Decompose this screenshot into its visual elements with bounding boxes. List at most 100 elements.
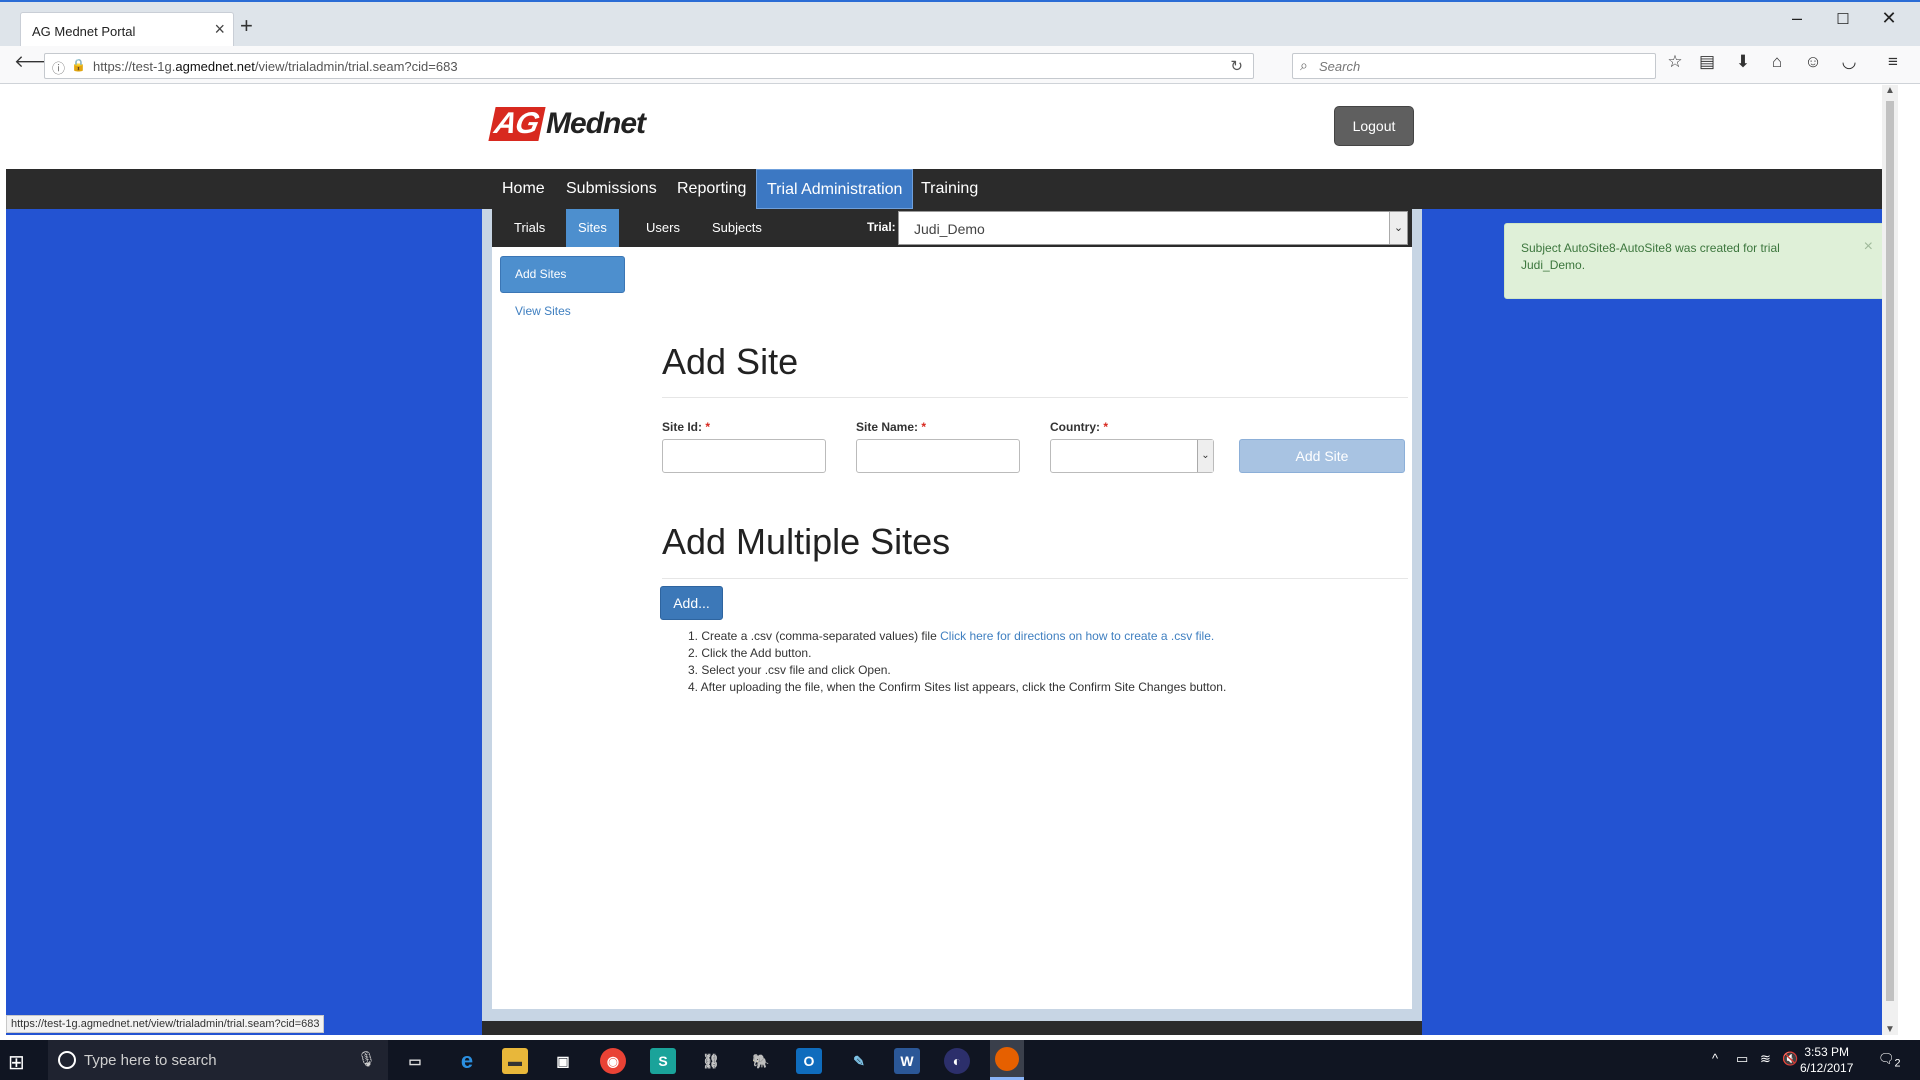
battery-icon[interactable]: ▭ <box>1736 1051 1748 1067</box>
scroll-up-icon[interactable]: ▲ <box>1885 85 1895 96</box>
lock-icon: 🔒 <box>71 58 86 72</box>
panel-footer <box>482 1021 1422 1035</box>
side-add-sites-button[interactable]: Add Sites <box>500 256 625 293</box>
url-text: https://test-1g.agmednet.net/view/triala… <box>93 59 458 74</box>
task-view-icon[interactable]: ▭ <box>402 1048 428 1074</box>
close-tab-icon[interactable]: × <box>214 19 225 40</box>
scroll-thumb[interactable] <box>1886 101 1894 1001</box>
network-app-icon[interactable]: ⛓ <box>698 1048 724 1074</box>
wifi-icon[interactable]: ≋ <box>1760 1051 1771 1067</box>
menu-icon[interactable]: ≡ <box>1880 52 1906 72</box>
taskbar-clock[interactable]: 3:53 PM 6/12/2017 <box>1800 1044 1853 1076</box>
menu-training[interactable]: Training <box>911 169 988 209</box>
logo-ag: AG <box>488 107 546 141</box>
chevron-down-icon: ⌄ <box>1389 212 1407 244</box>
sub-menu: Trials Sites Users Subjects Trial: Judi_… <box>492 209 1412 247</box>
instructions-list: 1. Create a .csv (comma-separated values… <box>688 628 1226 696</box>
clock-time: 3:53 PM <box>1804 1045 1850 1059</box>
site-id-input[interactable] <box>662 439 826 473</box>
notepad-icon[interactable]: ✎ <box>846 1048 872 1074</box>
tray-chevron-icon[interactable]: ^ <box>1712 1051 1718 1066</box>
minimize-icon[interactable]: – <box>1782 8 1812 29</box>
page-scrollbar[interactable]: ▲ ▼ <box>1882 85 1898 1035</box>
taskbar-search-input[interactable]: Type here to search 🎙 <box>48 1040 388 1080</box>
instruction-step-1: 1. Create a .csv (comma-separated values… <box>688 629 1215 643</box>
tab-trials[interactable]: Trials <box>502 209 557 247</box>
pocket-icon[interactable]: ◡ <box>1836 52 1862 72</box>
tab-sites[interactable]: Sites <box>566 209 619 247</box>
success-notification: Subject AutoSite8-AutoSite8 was created … <box>1504 223 1888 299</box>
volume-icon[interactable]: 🔇 <box>1782 1051 1798 1067</box>
status-url: https://test-1g.agmednet.net/view/triala… <box>6 1015 325 1033</box>
chrome-icon[interactable]: ◉ <box>600 1048 626 1074</box>
postgres-icon[interactable]: 🐘 <box>748 1048 774 1074</box>
add-site-button[interactable]: Add Site <box>1239 439 1405 473</box>
chat-icon[interactable]: ☺ <box>1800 52 1826 72</box>
page-viewport: AG Mednet Logout Home Submissions Reporti… <box>6 85 1898 1035</box>
notifications-icon[interactable]: 🗨2 <box>1878 1051 1901 1070</box>
site-name-input[interactable] <box>856 439 1020 473</box>
app-s-icon[interactable]: S <box>650 1048 676 1074</box>
notification-message: Subject AutoSite8-AutoSite8 was created … <box>1521 241 1780 272</box>
logo-mednet: Mednet <box>546 107 646 140</box>
tab-users[interactable]: Users <box>634 209 692 247</box>
instruction-step-3: 3. Select your .csv file and click Open. <box>688 663 891 677</box>
trial-select[interactable]: Judi_Demo ⌄ <box>898 211 1408 245</box>
content-area: Trials Sites Users Subjects Trial: Judi_… <box>492 209 1412 1009</box>
logout-button[interactable]: Logout <box>1334 106 1414 146</box>
file-explorer-icon[interactable]: ▬ <box>502 1048 528 1074</box>
add-file-button[interactable]: Add... <box>660 586 723 620</box>
back-icon[interactable]: 🡐 <box>14 52 60 72</box>
browser-nav-bar: 🡐 ⓘ 🔒 https://test-1g.agmednet.net/view/… <box>0 46 1920 84</box>
reading-list-icon[interactable]: ▤ <box>1694 52 1720 72</box>
site-name-label: Site Name: * <box>856 420 927 434</box>
csv-directions-link[interactable]: Click here for directions on how to crea… <box>940 629 1214 643</box>
eclipse-icon[interactable]: ◐ <box>944 1048 970 1074</box>
menu-reporting[interactable]: Reporting <box>667 169 756 209</box>
add-site-heading: Add Site <box>662 341 799 382</box>
instruction-step-4: 4. After uploading the file, when the Co… <box>688 680 1227 694</box>
browser-tab[interactable]: AG Mednet Portal × <box>20 12 234 48</box>
home-icon[interactable]: ⌂ <box>1764 52 1790 72</box>
cortana-icon <box>58 1051 76 1069</box>
side-view-sites-link[interactable]: View Sites <box>515 304 571 318</box>
windows-start-icon[interactable]: ⊞ <box>8 1050 25 1075</box>
download-icon[interactable]: ⬇ <box>1730 52 1756 72</box>
tab-title: AG Mednet Portal <box>32 24 136 39</box>
close-icon[interactable]: × <box>1864 238 1873 256</box>
tab-subjects[interactable]: Subjects <box>700 209 774 247</box>
menu-home[interactable]: Home <box>492 169 555 209</box>
close-window-icon[interactable]: ✕ <box>1874 8 1904 29</box>
taskbar-search-placeholder: Type here to search <box>84 1052 217 1069</box>
search-placeholder: Search <box>1319 59 1361 74</box>
browser-search-input[interactable]: ⌕ Search <box>1292 53 1656 79</box>
url-bar[interactable]: ⓘ 🔒 https://test-1g.agmednet.net/view/tr… <box>44 53 1254 79</box>
divider <box>662 578 1408 579</box>
search-icon: ⌕ <box>1300 57 1308 73</box>
maximize-icon[interactable]: ☐ <box>1828 10 1858 28</box>
country-label: Country: * <box>1050 420 1109 434</box>
notification-count: 2 <box>1894 1057 1901 1070</box>
word-icon[interactable]: W <box>894 1048 920 1074</box>
firefox-icon <box>995 1047 1019 1071</box>
browser-tab-bar: AG Mednet Portal × + – ☐ ✕ <box>0 0 1920 48</box>
trial-select-value: Judi_Demo <box>914 221 985 237</box>
add-multiple-sites-heading: Add Multiple Sites <box>662 521 951 562</box>
country-select[interactable]: ⌄ <box>1050 439 1214 473</box>
scroll-down-icon[interactable]: ▼ <box>1885 1024 1895 1035</box>
firefox-taskbar-button[interactable] <box>990 1040 1024 1080</box>
edge-icon[interactable]: e <box>454 1048 480 1074</box>
agmednet-logo[interactable]: AG Mednet <box>488 107 646 141</box>
menu-submissions[interactable]: Submissions <box>556 169 667 209</box>
chevron-down-icon: ⌄ <box>1197 440 1213 472</box>
menu-trial-administration[interactable]: Trial Administration <box>756 169 914 209</box>
bookmark-star-icon[interactable]: ☆ <box>1662 52 1688 72</box>
outlook-icon[interactable]: O <box>796 1048 822 1074</box>
reload-icon[interactable]: ↻ <box>1230 57 1243 75</box>
new-tab-icon[interactable]: + <box>240 15 253 37</box>
info-icon[interactable]: ⓘ <box>52 58 65 77</box>
store-icon[interactable]: ▣ <box>550 1048 576 1074</box>
microphone-icon[interactable]: 🎙 <box>357 1050 376 1068</box>
divider <box>662 397 1408 398</box>
trial-label: Trial: <box>867 220 896 234</box>
